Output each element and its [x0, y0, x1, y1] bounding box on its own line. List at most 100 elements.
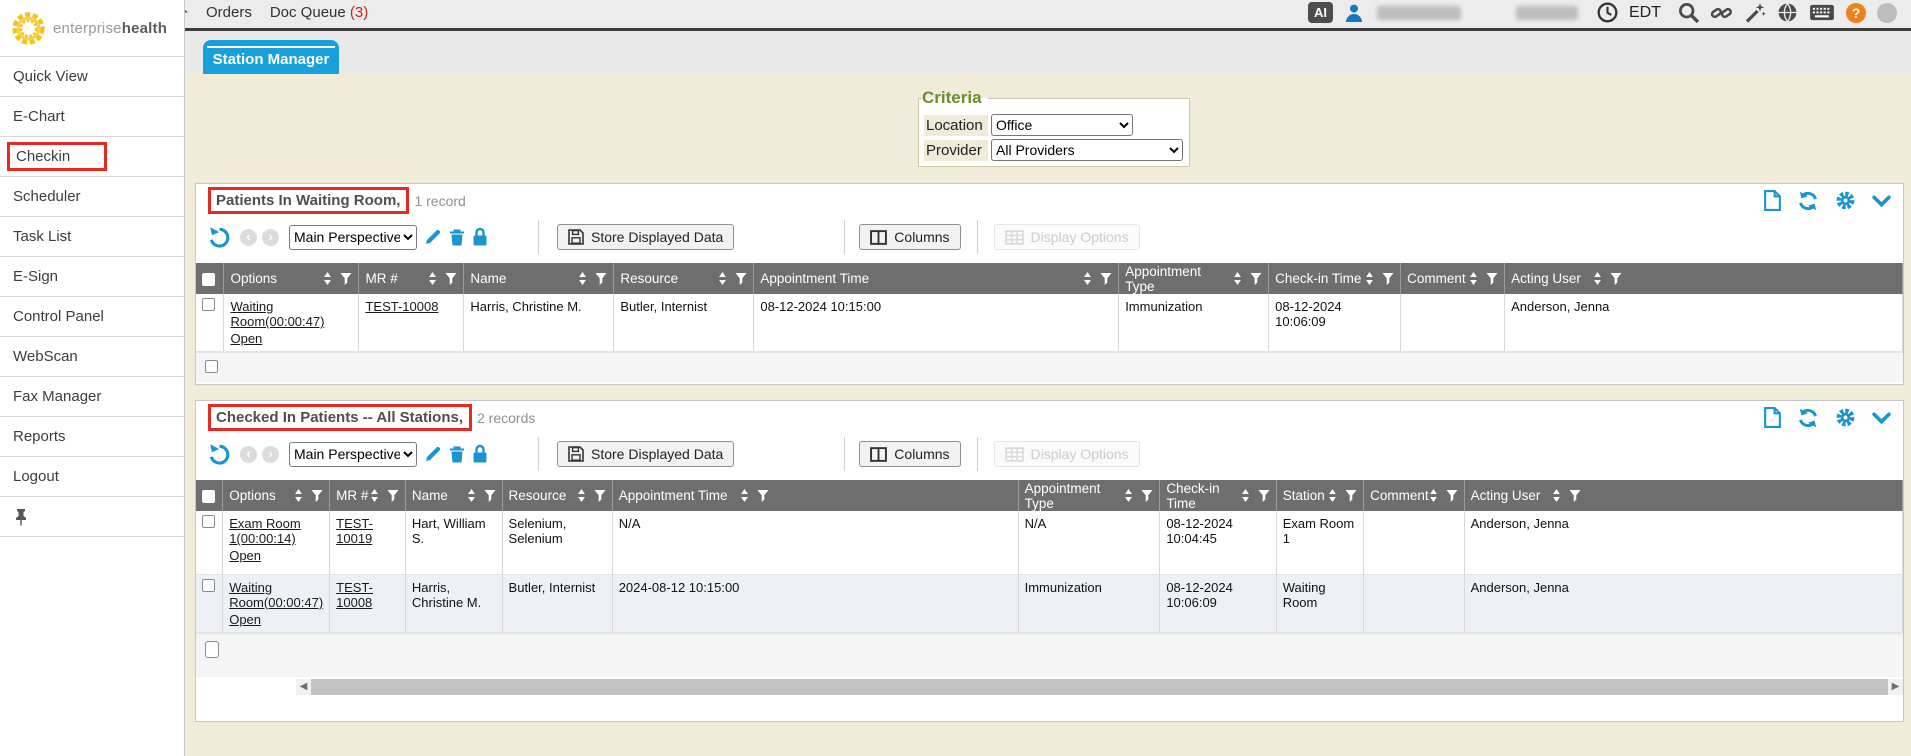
clock-icon[interactable]: [1597, 2, 1618, 23]
sort-icon[interactable]: [323, 272, 332, 285]
sort-icon[interactable]: [1552, 489, 1561, 502]
new-document-icon[interactable]: [1764, 190, 1781, 211]
open-link[interactable]: Open: [229, 612, 261, 627]
ai-badge[interactable]: AI: [1308, 2, 1333, 23]
column-header-appointment-type[interactable]: Appointment Type: [1018, 480, 1160, 511]
column-header-checkin-time[interactable]: Check-in Time: [1269, 263, 1401, 294]
filter-funnel-icon[interactable]: [1382, 273, 1394, 285]
filter-funnel-icon[interactable]: [757, 490, 769, 502]
sidebar-item-e-chart[interactable]: E-Chart: [0, 97, 184, 137]
tab-station-manager[interactable]: Station Manager: [203, 40, 339, 74]
sort-icon[interactable]: [428, 272, 437, 285]
filter-funnel-icon[interactable]: [484, 490, 496, 502]
perspective-select[interactable]: Main Perspective: [289, 442, 417, 467]
column-header-name[interactable]: Name: [405, 480, 502, 511]
sort-icon[interactable]: [294, 489, 303, 502]
open-link[interactable]: Open: [229, 548, 261, 563]
delete-trash-icon[interactable]: [449, 228, 465, 247]
store-displayed-data-button[interactable]: Store Displayed Data: [557, 441, 734, 467]
sidebar-item-webscan[interactable]: WebScan: [0, 337, 184, 377]
sort-icon[interactable]: [467, 489, 476, 502]
filter-funnel-icon[interactable]: [1569, 490, 1581, 502]
filter-funnel-icon[interactable]: [735, 273, 747, 285]
new-document-icon[interactable]: [1764, 407, 1781, 428]
sort-icon[interactable]: [1593, 272, 1602, 285]
footer-checkbox[interactable]: [205, 641, 219, 658]
station-timer-link[interactable]: Waiting Room(00:00:47): [229, 580, 323, 610]
row-checkbox[interactable]: [202, 579, 215, 592]
help-icon[interactable]: ?: [1846, 3, 1866, 23]
filter-funnel-icon[interactable]: [1141, 490, 1153, 502]
row-checkbox[interactable]: [202, 298, 215, 311]
refresh-icon[interactable]: [1797, 190, 1819, 212]
store-displayed-data-button[interactable]: Store Displayed Data: [557, 224, 734, 250]
sidebar-item-reports[interactable]: Reports: [0, 417, 184, 457]
filter-funnel-icon[interactable]: [595, 273, 607, 285]
sort-icon[interactable]: [1083, 272, 1092, 285]
filter-funnel-icon[interactable]: [1610, 273, 1622, 285]
sort-icon[interactable]: [1328, 489, 1337, 502]
footer-checkbox[interactable]: [205, 360, 218, 373]
sort-icon[interactable]: [1365, 272, 1374, 285]
select-all-checkbox[interactable]: [202, 273, 215, 286]
columns-button[interactable]: Columns: [859, 224, 960, 250]
row-checkbox[interactable]: [202, 515, 215, 528]
filter-funnel-icon[interactable]: [1100, 273, 1112, 285]
pushpin-icon[interactable]: [14, 508, 28, 526]
sidebar-item-task-list[interactable]: Task List: [0, 217, 184, 257]
next-perspective-button[interactable]: ›: [262, 446, 279, 463]
sort-icon[interactable]: [578, 272, 587, 285]
sidebar-item-control-panel[interactable]: Control Panel: [0, 297, 184, 337]
filter-funnel-icon[interactable]: [1345, 490, 1357, 502]
sort-icon[interactable]: [370, 489, 379, 502]
filter-funnel-icon[interactable]: [1446, 490, 1458, 502]
provider-select[interactable]: All Providers: [991, 139, 1183, 161]
globe-icon[interactable]: [1777, 2, 1798, 23]
scroll-left-button[interactable]: ◀: [296, 679, 311, 695]
sort-icon[interactable]: [718, 272, 727, 285]
column-header-options[interactable]: Options: [223, 480, 330, 511]
lock-icon[interactable]: [472, 444, 488, 464]
scrollbar-thumb[interactable]: [311, 679, 1888, 695]
column-header-name[interactable]: Name: [464, 263, 614, 294]
filter-funnel-icon[interactable]: [387, 490, 399, 502]
scroll-right-button[interactable]: ▶: [1888, 679, 1903, 695]
mr-number-link[interactable]: TEST-10008: [365, 299, 438, 314]
column-header-comment[interactable]: Comment: [1401, 263, 1505, 294]
column-header-resource[interactable]: Resource: [502, 480, 612, 511]
delete-trash-icon[interactable]: [449, 445, 465, 464]
column-header-mr[interactable]: MR #: [359, 263, 464, 294]
undo-icon[interactable]: [208, 226, 231, 249]
gear-icon[interactable]: [1835, 190, 1856, 211]
select-all-checkbox[interactable]: [202, 490, 215, 503]
column-header-resource[interactable]: Resource: [614, 263, 754, 294]
mr-number-link[interactable]: TEST-10008: [336, 580, 373, 610]
sort-icon[interactable]: [1429, 489, 1438, 502]
filter-funnel-icon[interactable]: [1258, 490, 1270, 502]
lock-icon[interactable]: [472, 227, 488, 247]
column-header-comment[interactable]: Comment: [1364, 480, 1465, 511]
filter-funnel-icon[interactable]: [340, 273, 352, 285]
wand-icon[interactable]: [1744, 2, 1766, 24]
keyboard-icon[interactable]: [1809, 4, 1835, 21]
column-header-appointment-time[interactable]: Appointment Time: [612, 480, 1018, 511]
perspective-select[interactable]: Main Perspective: [289, 225, 417, 250]
sort-icon[interactable]: [577, 489, 586, 502]
location-select[interactable]: Office: [991, 114, 1133, 136]
column-header-options[interactable]: Options: [224, 263, 359, 294]
sort-icon[interactable]: [1241, 489, 1250, 502]
search-icon[interactable]: [1678, 2, 1699, 23]
undo-icon[interactable]: [208, 443, 231, 466]
nav-orders[interactable]: Orders: [206, 4, 252, 21]
refresh-icon[interactable]: [1797, 407, 1819, 429]
sidebar-item-checkin[interactable]: Checkin: [0, 137, 184, 177]
previous-perspective-button[interactable]: ‹: [240, 229, 257, 246]
sort-icon[interactable]: [1124, 489, 1133, 502]
filter-funnel-icon[interactable]: [1250, 273, 1262, 285]
filter-funnel-icon[interactable]: [1486, 273, 1498, 285]
column-header-acting-user[interactable]: Acting User: [1505, 263, 1903, 294]
previous-perspective-button[interactable]: ‹: [240, 446, 257, 463]
display-options-button[interactable]: Display Options: [994, 441, 1140, 467]
column-header-checkin-time[interactable]: Check-in Time: [1160, 480, 1276, 511]
station-timer-link[interactable]: Exam Room 1(00:00:14): [229, 516, 301, 546]
